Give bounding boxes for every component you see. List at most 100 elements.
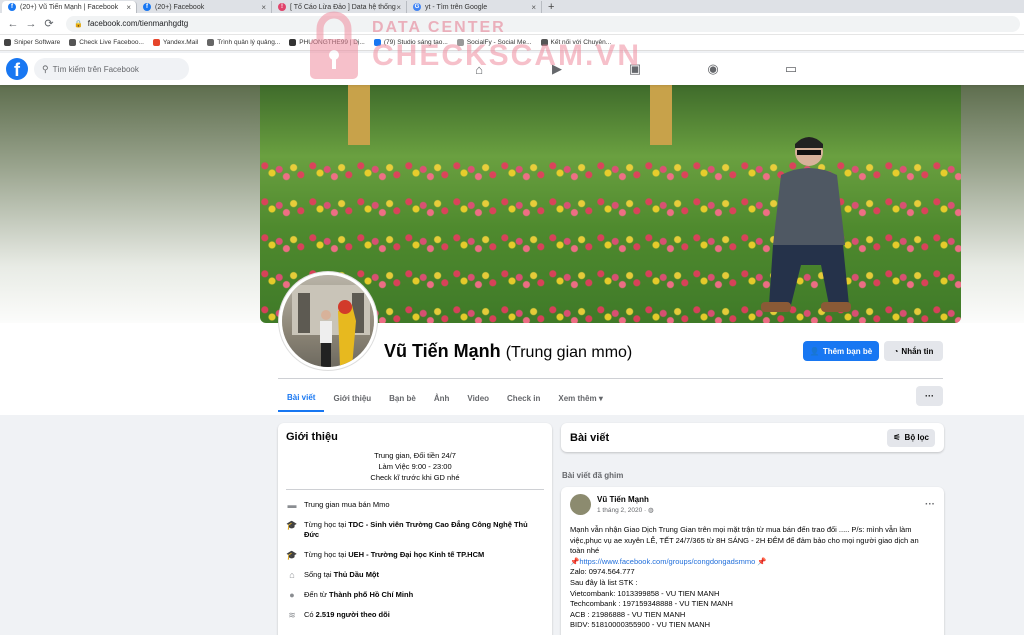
post-author[interactable]: Vũ Tiến Mạnh bbox=[597, 495, 654, 504]
cover-post-decor bbox=[348, 85, 370, 145]
intro-item-text: Đến từ Thành phố Hồ Chí Minh bbox=[304, 590, 413, 600]
post-card: Vũ Tiến Mạnh 1 tháng 2, 2020 · ◍ ··· Mạn… bbox=[561, 487, 944, 635]
bookmark-label: Check Live Faceboo... bbox=[79, 39, 144, 46]
intro-item: 🎓 Từng học tại TDC - Sinh viên Trường Cao… bbox=[286, 520, 544, 540]
intro-bio: Trung gian, Đối tiền 24/7 Làm Việc 9:00 -… bbox=[286, 450, 544, 483]
post-line: Zalo: 0974.564.777 bbox=[570, 567, 635, 577]
intro-item-prefix: Sống tại bbox=[304, 570, 334, 579]
bio-line: Làm Việc 9:00 - 23:00 bbox=[378, 462, 452, 471]
back-icon[interactable]: ← bbox=[4, 18, 22, 30]
tab-close-icon[interactable]: × bbox=[126, 3, 131, 12]
url-text: facebook.com/tienmanhgdtg bbox=[87, 19, 189, 28]
post-line: Vietcombank: 1013399858 - VU TIEN MANH bbox=[570, 588, 720, 598]
home-icon: ⌂ bbox=[289, 570, 295, 580]
google-icon: G bbox=[413, 3, 421, 11]
post-line: Sau đây là list STK : bbox=[570, 577, 638, 587]
intro-item-prefix: Đến từ bbox=[304, 590, 330, 599]
cover-post-decor bbox=[650, 85, 672, 145]
bookmark-icon bbox=[152, 39, 160, 46]
bookmark-icon bbox=[69, 39, 77, 46]
checkscam-watermark: DATA CENTER CHECKSCAM.VN bbox=[306, 11, 641, 81]
bookmark-icon bbox=[289, 39, 297, 46]
facebook-logo-icon[interactable]: f bbox=[6, 58, 28, 80]
bio-line: Trung gian, Đối tiền 24/7 bbox=[374, 451, 456, 460]
bio-line: Check kĩ trước khi GD nhé bbox=[370, 473, 460, 482]
graduation-cap-icon: 🎓 bbox=[286, 550, 298, 560]
graduation-cap-icon: 🎓 bbox=[286, 520, 298, 530]
intro-item-prefix: Từng học tại bbox=[304, 550, 349, 559]
add-friend-button[interactable]: 👤 Thêm bạn bè bbox=[803, 341, 879, 361]
intro-item: ⌂ Sống tại Thủ Dầu Một bbox=[286, 570, 544, 580]
profile-tab[interactable]: Bạn bè bbox=[380, 384, 425, 412]
profile-tab[interactable]: Check in bbox=[498, 384, 549, 412]
profile-avatar[interactable] bbox=[279, 272, 377, 370]
browser-tab[interactable]: f (20+) Vũ Tiến Mạnh | Facebook × bbox=[2, 1, 137, 13]
nav-gaming-icon[interactable]: ▭ bbox=[752, 57, 830, 81]
profile-tab[interactable]: Bài viết bbox=[278, 384, 325, 412]
post-line: ACB : 21986888 - VU TIEN MANH bbox=[570, 609, 686, 619]
profile-tab[interactable]: Giới thiệu bbox=[324, 384, 380, 412]
lock-icon: 🔒 bbox=[74, 20, 83, 28]
bookmark-label: Sniper Software bbox=[14, 39, 61, 46]
add-friend-label: Thêm bạn bè bbox=[822, 346, 873, 356]
post-date[interactable]: 1 tháng 2, 2020 · ◍ bbox=[597, 506, 654, 514]
profile-name-text: Vũ Tiến Mạnh bbox=[384, 341, 501, 361]
post-author-avatar[interactable] bbox=[570, 494, 591, 515]
post-line: Mạnh vẫn nhận Giao Dịch Trung Gian trên … bbox=[570, 525, 919, 556]
nav-groups-icon[interactable]: ◉ bbox=[674, 57, 752, 81]
profile-tabs: Bài viết Giới thiệu Bạn bè Ảnh Video Check in… bbox=[278, 384, 612, 414]
intro-divider bbox=[286, 489, 544, 490]
posts-header: Bài viết ⚟ Bộ lọc bbox=[561, 423, 944, 452]
post-link[interactable]: 📌https://www.facebook.com/groups/congdon… bbox=[570, 557, 935, 568]
profile-header bbox=[0, 85, 1024, 415]
intro-item-text: Trung gian mua bán Mmo bbox=[304, 500, 390, 510]
facebook-icon: f bbox=[8, 3, 16, 11]
bookmark-item[interactable]: Sniper Software bbox=[4, 39, 60, 46]
facebook-icon: f bbox=[143, 3, 151, 11]
browser-tab-title: yt - Tìm trên Google bbox=[425, 3, 488, 11]
more-options-button[interactable]: ··· bbox=[916, 386, 943, 406]
bookmark-icon bbox=[4, 39, 11, 46]
intro-item: ● Đến từ Thành phố Hồ Chí Minh bbox=[286, 590, 544, 600]
post-line: BIDV: 51810000355900 - VU TIEN MANH bbox=[570, 620, 711, 630]
intro-title: Giới thiệu bbox=[286, 431, 338, 443]
profile-tab[interactable]: Video bbox=[458, 384, 498, 412]
search-icon: ⚲ bbox=[42, 63, 49, 74]
message-button[interactable]: ◔ Nhắn tin bbox=[884, 341, 943, 361]
location-pin-icon: ● bbox=[289, 590, 295, 600]
intro-item-text: Có 2.519 người theo dõi bbox=[304, 610, 390, 620]
followers-icon: ≋ bbox=[288, 610, 296, 620]
intro-card: Giới thiệu Trung gian, Đối tiền 24/7 Làm … bbox=[278, 423, 552, 635]
search-input[interactable]: ⚲ Tìm kiếm trên Facebook bbox=[34, 58, 189, 80]
bookmark-label: Trình quản lý quảng... bbox=[217, 39, 281, 46]
message-label: Nhắn tin bbox=[901, 346, 934, 356]
profile-tab[interactable]: Xem thêm ▾ bbox=[549, 384, 611, 412]
browser-tab-title: (20+) Facebook bbox=[155, 3, 205, 11]
filter-button[interactable]: ⚟ Bộ lọc bbox=[887, 428, 935, 447]
intro-item-value[interactable]: Thủ Dầu Một bbox=[334, 570, 379, 579]
post-options-icon[interactable]: ··· bbox=[925, 499, 935, 510]
bookmark-item[interactable]: Yandex.Mail bbox=[152, 39, 198, 46]
reload-icon[interactable]: ⟳ bbox=[40, 17, 58, 30]
bookmark-icon bbox=[207, 39, 215, 46]
tab-close-icon[interactable]: × bbox=[261, 3, 266, 12]
watermark-line2: CHECKSCAM.VN bbox=[372, 39, 642, 72]
bookmark-item[interactable]: Check Live Faceboo... bbox=[69, 39, 144, 46]
forward-icon[interactable]: → bbox=[22, 18, 40, 30]
intro-item-value[interactable]: 2.519 người theo dõi bbox=[316, 610, 390, 619]
intro-item-text: Từng học tại TDC - Sinh viên Trường Cao … bbox=[304, 520, 544, 540]
bookmark-item[interactable]: Trình quản lý quảng... bbox=[207, 39, 280, 46]
checkscam-icon: ! bbox=[278, 3, 286, 11]
intro-item-prefix: Từng học tại bbox=[304, 520, 349, 529]
intro-item-text: Sống tại Thủ Dầu Một bbox=[304, 570, 379, 580]
intro-item-text: Từng học tại UEH - Trường Đại học Kinh t… bbox=[304, 550, 484, 560]
intro-item-value[interactable]: Thành phố Hồ Chí Minh bbox=[329, 590, 413, 599]
browser-tab[interactable]: f (20+) Facebook × bbox=[137, 1, 272, 13]
intro-item: ≋ Có 2.519 người theo dõi bbox=[286, 610, 544, 620]
intro-item: ▬ Trung gian mua bán Mmo bbox=[286, 500, 544, 510]
profile-tab[interactable]: Ảnh bbox=[425, 384, 459, 412]
add-friend-icon: 👤 bbox=[809, 346, 820, 356]
intro-item-value[interactable]: UEH - Trường Đại học Kinh tế TP.HCM bbox=[348, 550, 484, 559]
pinned-posts-label: Bài viết đã ghim bbox=[562, 471, 624, 480]
profile-divider bbox=[278, 378, 943, 379]
